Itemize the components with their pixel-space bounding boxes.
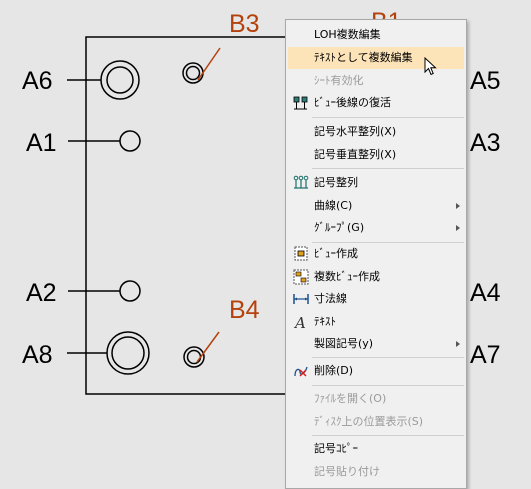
menu-item-label: LOH複数編集 (314, 28, 381, 41)
menu-item-drafting-symbol[interactable]: 製図記号(y) (288, 333, 464, 355)
menu-item-label: 複数ﾋﾞｭｰ作成 (314, 270, 380, 283)
hole-a6-inner[interactable] (106, 66, 134, 94)
leader-b4 (196, 331, 220, 363)
menu-item-text[interactable]: A ﾃｷｽﾄ (288, 311, 464, 333)
menu-item-enable-sheet[interactable]: ｼｰﾄ有効化 (288, 70, 464, 92)
menu-item-create-view[interactable]: ﾋﾞｭｰ作成 (288, 243, 464, 265)
label-a3: A3 (470, 129, 501, 157)
leader-b3 (197, 47, 221, 81)
menu-item-group[interactable]: ｸﾞﾙｰﾌﾟ(G) (288, 217, 464, 239)
label-a7: A7 (470, 341, 501, 369)
menu-item-edit-as-text[interactable]: ﾃｷｽﾄとして複数編集 (288, 47, 464, 69)
label-a4: A4 (470, 279, 501, 307)
label-a6: A6 (22, 67, 53, 95)
menu-item-align-vertical[interactable]: 記号垂直整列(X) (288, 144, 464, 166)
menu-separator (312, 385, 464, 386)
menu-item-label: 記号貼り付け (314, 465, 380, 478)
menu-item-label: ﾃｷｽﾄ (314, 315, 336, 328)
label-a5: A5 (470, 67, 501, 95)
menu-item-label: 記号整列 (314, 176, 358, 189)
menu-item-label: 記号垂直整列(X) (314, 148, 397, 161)
label-b3: B3 (229, 10, 260, 38)
text-icon: A (292, 313, 310, 332)
menu-item-loh-multi-edit[interactable]: LOH複数編集 (288, 24, 464, 46)
label-a8: A8 (22, 341, 53, 369)
context-menu: LOH複数編集 ﾃｷｽﾄとして複数編集 ｼｰﾄ有効化 ﾋﾞｭｰ後線の復活 記号水… (285, 19, 467, 489)
menu-separator (312, 357, 464, 358)
menu-item-dimension-line[interactable]: 寸法線 (288, 288, 464, 310)
hole-a2[interactable] (119, 280, 141, 302)
menu-separator (312, 435, 464, 436)
menu-item-open-file[interactable]: ﾌｧｲﾙを開く(O) (288, 388, 464, 410)
menu-item-label: 製図記号(y) (314, 337, 374, 350)
hole-a8-inner[interactable] (111, 336, 145, 370)
delete-icon (292, 362, 310, 380)
dimension-line-icon (292, 290, 310, 308)
menu-separator (312, 168, 464, 169)
restore-lines-icon (292, 94, 310, 112)
menu-item-label: 記号ｺﾋﾟｰ (314, 442, 358, 455)
menu-item-align-symbols[interactable]: 記号整列 (288, 172, 464, 194)
menu-item-label: ﾃﾞｨｽｸ上の位置表示(S) (314, 415, 424, 428)
svg-text:A: A (293, 314, 306, 331)
create-multi-view-icon (292, 268, 310, 286)
submenu-arrow-icon (456, 225, 460, 231)
menu-item-copy-symbol[interactable]: 記号ｺﾋﾟｰ (288, 438, 464, 460)
menu-item-label: ｼｰﾄ有効化 (314, 74, 364, 87)
menu-item-label: ﾃｷｽﾄとして複数編集 (314, 51, 413, 64)
create-view-icon (292, 245, 310, 263)
hole-a1[interactable] (119, 130, 141, 152)
label-b4: B4 (229, 296, 260, 324)
label-a2: A2 (26, 279, 57, 307)
menu-separator (312, 117, 464, 118)
hole-b3-inner[interactable] (185, 65, 201, 81)
label-a1: A1 (26, 129, 57, 157)
submenu-arrow-icon (456, 203, 460, 209)
menu-item-paste-symbol[interactable]: 記号貼り付け (288, 461, 464, 483)
menu-item-label: 削除(D) (314, 364, 354, 377)
menu-item-label: 曲線(C) (314, 199, 353, 212)
hole-b4-inner[interactable] (186, 349, 202, 365)
menu-item-label: ﾋﾞｭｰ後線の復活 (314, 96, 391, 109)
hole-a8-outer[interactable] (106, 331, 150, 375)
menu-item-label: ﾌｧｲﾙを開く(O) (314, 392, 387, 405)
menu-item-label: ﾋﾞｭｰ作成 (314, 247, 358, 260)
mouse-pointer-icon (424, 57, 437, 76)
align-symbols-icon (292, 174, 310, 192)
menu-item-align-horizontal[interactable]: 記号水平整列(X) (288, 121, 464, 143)
submenu-arrow-icon (456, 341, 460, 347)
menu-item-curve[interactable]: 曲線(C) (288, 195, 464, 217)
menu-item-label: ｸﾞﾙｰﾌﾟ(G) (314, 221, 365, 234)
menu-item-create-multiple-views[interactable]: 複数ﾋﾞｭｰ作成 (288, 266, 464, 288)
menu-item-delete[interactable]: 削除(D) (288, 360, 464, 382)
menu-item-label: 寸法線 (314, 292, 347, 305)
menu-item-restore-view-lines[interactable]: ﾋﾞｭｰ後線の復活 (288, 92, 464, 114)
menu-item-show-location-on-disk[interactable]: ﾃﾞｨｽｸ上の位置表示(S) (288, 411, 464, 433)
menu-item-label: 記号水平整列(X) (314, 125, 397, 138)
